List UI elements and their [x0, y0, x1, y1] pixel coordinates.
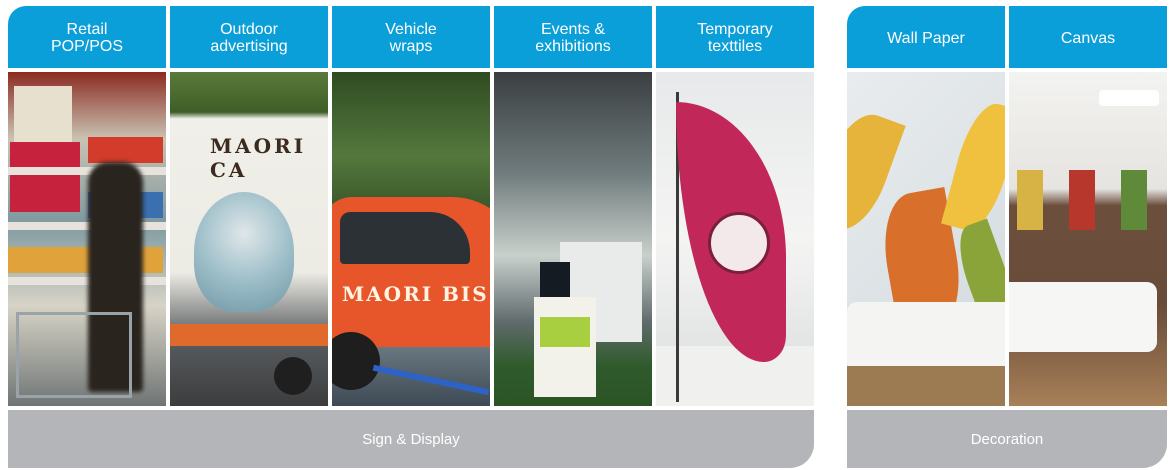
sign-display-tabs: Retail POP/POS Outdoor advertising Vehic… — [8, 6, 814, 68]
vehicle-wrap-photo: MAORI BIS — [332, 72, 490, 406]
sign-display-photos: MAORI CA MAORI BIS — [8, 72, 814, 406]
sign-display-footer: Sign & Display — [8, 410, 814, 468]
canvas-room-photo — [1009, 72, 1167, 406]
sign-display-group: Retail POP/POS Outdoor advertising Vehic… — [8, 6, 814, 468]
tab-temporary-textiles[interactable]: Temporary texttiles — [656, 6, 814, 68]
decoration-photos — [847, 72, 1167, 406]
tab-canvas[interactable]: Canvas — [1009, 6, 1167, 68]
outdoor-truck-photo: MAORI CA — [170, 72, 328, 406]
decoration-footer: Decoration — [847, 410, 1167, 468]
tab-outdoor-advertising[interactable]: Outdoor advertising — [170, 6, 328, 68]
truck-brand-text: MAORI CA — [210, 134, 307, 182]
tab-retail-pop-pos[interactable]: Retail POP/POS — [8, 6, 166, 68]
retail-store-photo — [8, 72, 166, 406]
wallpaper-room-photo — [847, 72, 1005, 406]
exhibition-hall-photo — [494, 72, 652, 406]
tab-vehicle-wraps[interactable]: Vehicle wraps — [332, 6, 490, 68]
tab-events-exhibitions[interactable]: Events & exhibitions — [494, 6, 652, 68]
teardrop-flag-photo — [656, 72, 814, 406]
decoration-group: Wall Paper Canvas Decoration — [847, 6, 1167, 468]
van-brand-text: MAORI BIS — [342, 282, 489, 306]
decoration-tabs: Wall Paper Canvas — [847, 6, 1167, 68]
tab-wall-paper[interactable]: Wall Paper — [847, 6, 1005, 68]
